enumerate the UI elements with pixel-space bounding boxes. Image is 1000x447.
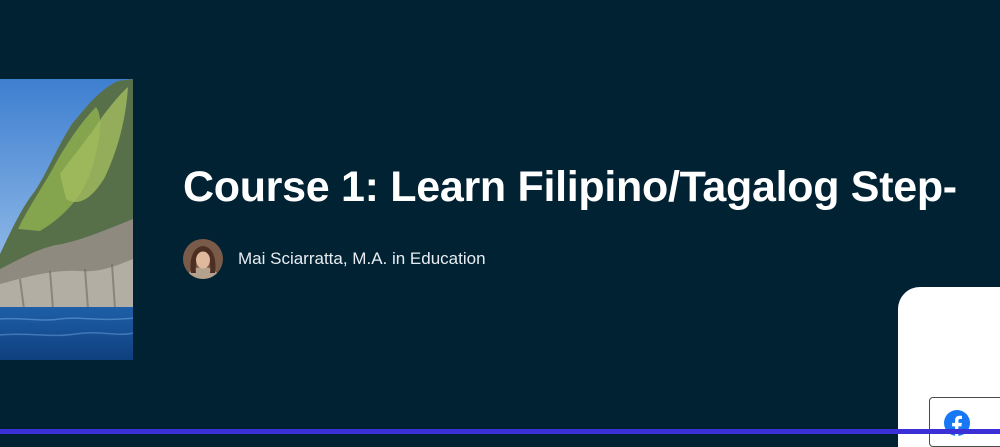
- instructor-avatar[interactable]: [183, 239, 223, 279]
- cliff-sea-illustration: [0, 79, 133, 360]
- accent-bar: [0, 429, 1000, 434]
- course-title: Course 1: Learn Filipino/Tagalog Step-: [183, 163, 957, 211]
- facebook-share-button[interactable]: [929, 397, 1000, 447]
- course-hero-image: [0, 79, 133, 360]
- instructor-name[interactable]: Mai Sciarratta, M.A. in Education: [238, 249, 486, 269]
- instructor-info[interactable]: Mai Sciarratta, M.A. in Education: [183, 239, 486, 279]
